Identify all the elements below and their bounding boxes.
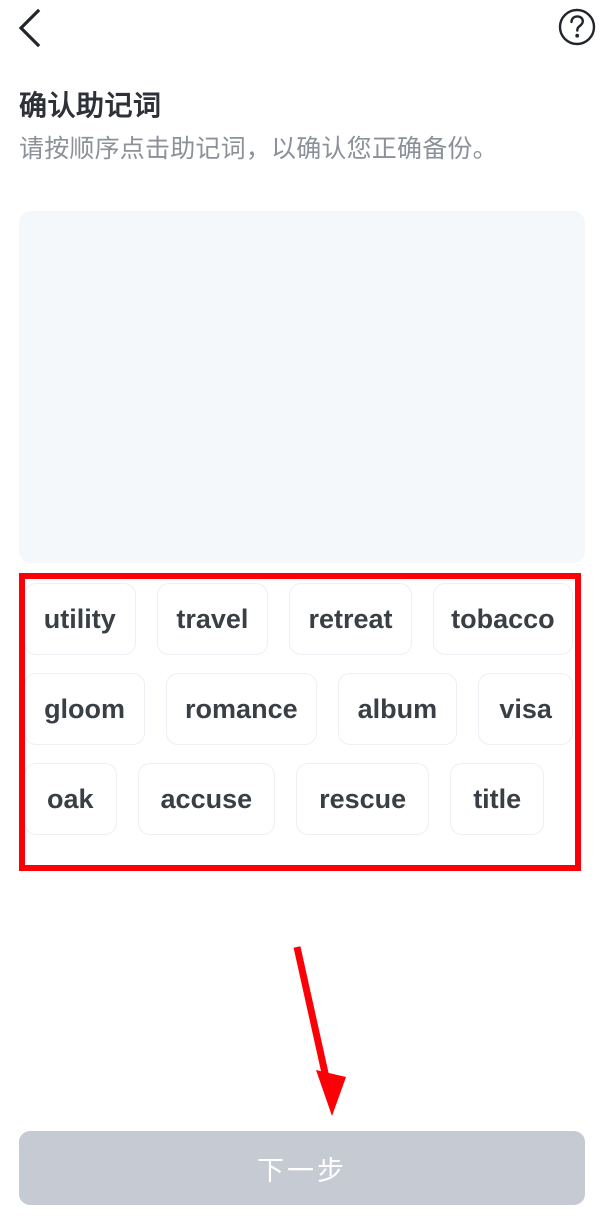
chevron-left-icon [18, 8, 41, 48]
word-bank-row: oak accuse rescue title [14, 763, 594, 835]
page-title: 确认助记词 [19, 90, 162, 121]
word-chip-accuse[interactable]: accuse [137, 763, 276, 835]
back-button[interactable] [6, 4, 54, 52]
word-bank-row: gloom romance album visa [14, 673, 594, 745]
word-chip-retreat[interactable]: retreat [289, 583, 412, 655]
word-chip-romance[interactable]: romance [166, 673, 317, 745]
word-bank: utility travel retreat tobacco gloom rom… [14, 583, 594, 853]
word-chip-travel[interactable]: travel [156, 583, 269, 655]
question-circle-icon [558, 8, 596, 46]
page-subtitle: 请按顺序点击助记词，以确认您正确备份。 [19, 135, 498, 163]
word-chip-utility[interactable]: utility [24, 583, 136, 655]
word-chip-title[interactable]: title [450, 763, 545, 835]
next-button[interactable]: 下一步 [19, 1131, 585, 1205]
word-chip-visa[interactable]: visa [478, 673, 574, 745]
selected-words-panel[interactable] [19, 211, 585, 563]
top-navigation-bar [0, 0, 610, 62]
word-chip-tobacco[interactable]: tobacco [432, 583, 573, 655]
word-chip-gloom[interactable]: gloom [24, 673, 146, 745]
word-bank-row: utility travel retreat tobacco [14, 583, 594, 655]
word-chip-rescue[interactable]: rescue [296, 763, 430, 835]
help-button[interactable] [554, 4, 600, 50]
word-chip-album[interactable]: album [337, 673, 458, 745]
word-chip-oak[interactable]: oak [24, 763, 117, 835]
annotation-arrow [293, 946, 346, 1116]
